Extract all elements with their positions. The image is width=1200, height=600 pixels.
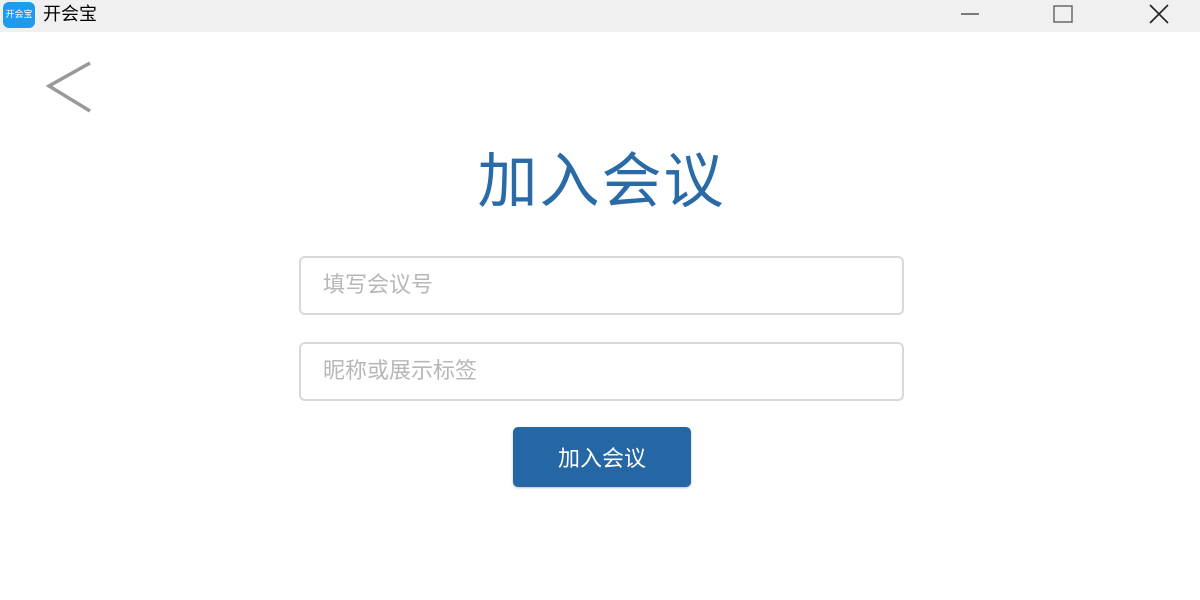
window-title: 开会宝 [43, 4, 97, 25]
meeting-number-input[interactable] [299, 256, 904, 315]
maximize-icon [1053, 5, 1073, 23]
minimize-icon [961, 13, 979, 15]
app-logo-icon: 开会宝 [3, 2, 35, 28]
chevron-left-icon [45, 61, 91, 113]
close-button[interactable] [1135, 0, 1183, 32]
back-button[interactable] [40, 60, 100, 116]
maximize-button[interactable] [1039, 0, 1087, 32]
close-icon [1149, 4, 1169, 24]
title-bar[interactable]: 开会宝 开会宝 [0, 0, 1200, 32]
page-title: 加入会议 [477, 147, 726, 217]
nickname-input[interactable] [299, 342, 904, 401]
join-meeting-button[interactable]: 加入会议 [513, 427, 691, 487]
minimize-button[interactable] [946, 0, 994, 32]
app-window: 开会宝 开会宝 加入会议 加入会议 [0, 0, 1200, 600]
app-icon-label: 开会宝 [5, 10, 33, 20]
